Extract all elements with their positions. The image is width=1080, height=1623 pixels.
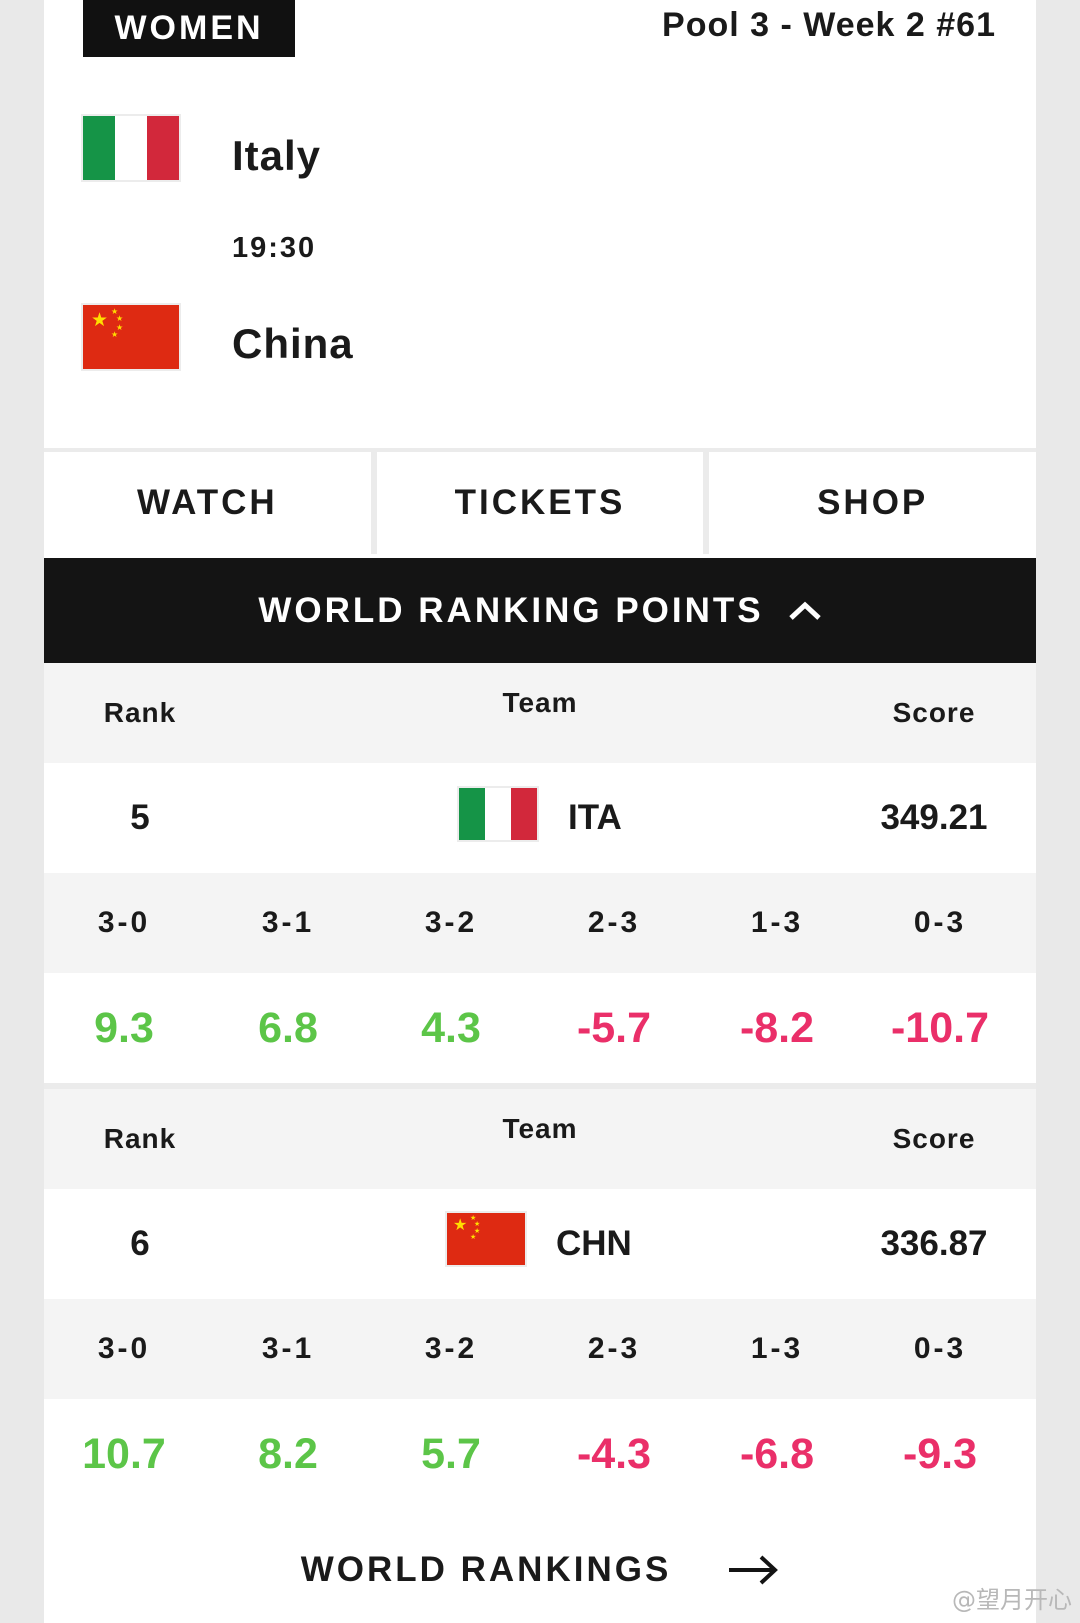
result-label: 3-2 bbox=[424, 1332, 478, 1365]
watch-button[interactable]: WATCH bbox=[44, 452, 371, 554]
result-points: -5.7 bbox=[576, 1003, 652, 1052]
action-bar: WATCH TICKETS SHOP bbox=[44, 448, 1037, 554]
china-flag-icon: ★ ★ ★ ★ ★ bbox=[83, 305, 179, 369]
score-header: Score bbox=[892, 1123, 976, 1154]
result-label: 1-3 bbox=[750, 906, 804, 939]
away-team-name: China bbox=[232, 320, 354, 367]
team-score: 336.87 bbox=[880, 1224, 988, 1263]
score-header: Score bbox=[892, 697, 976, 728]
ranking-team-row: 5 ITA 349.21 bbox=[44, 763, 1036, 873]
result-points-row: 10.7 8.2 5.7 -4.3 -6.8 -9.3 bbox=[44, 1399, 1036, 1509]
world-ranking-points-toggle[interactable]: WORLD RANKING POINTS bbox=[44, 558, 1036, 663]
china-flag-icon: ★ ★ ★ ★ ★ bbox=[447, 1213, 525, 1265]
shop-button[interactable]: SHOP bbox=[709, 452, 1037, 554]
italy-flag-icon bbox=[83, 116, 179, 180]
home-team-name: Italy bbox=[232, 132, 322, 179]
category-badge: WOMEN bbox=[83, 0, 295, 57]
team-header: Team bbox=[502, 1113, 578, 1144]
result-label: 2-3 bbox=[587, 906, 641, 939]
result-label: 3-1 bbox=[261, 906, 315, 939]
result-label: 1-3 bbox=[750, 1332, 804, 1365]
chevron-up-icon bbox=[788, 601, 821, 620]
italy-flag-icon bbox=[459, 788, 537, 840]
arrow-right-icon bbox=[729, 1555, 779, 1585]
rank-header: Rank bbox=[103, 1123, 177, 1154]
watermark: @望月开心 bbox=[952, 1586, 1072, 1614]
team-rank: 5 bbox=[130, 798, 150, 837]
result-label: 2-3 bbox=[587, 1332, 641, 1365]
result-points: -6.8 bbox=[739, 1429, 815, 1478]
result-label: 3-0 bbox=[97, 906, 151, 939]
pool-label: Pool 3 - Week 2 #61 bbox=[662, 6, 996, 44]
result-points: -4.3 bbox=[576, 1429, 652, 1478]
team-code: ITA bbox=[568, 798, 622, 837]
rank-header: Rank bbox=[103, 697, 177, 728]
result-points: 9.3 bbox=[94, 1003, 154, 1052]
result-label: 3-0 bbox=[97, 1332, 151, 1365]
result-label: 0-3 bbox=[913, 1332, 967, 1365]
result-labels-row: 3-0 3-1 3-2 2-3 1-3 0-3 bbox=[44, 873, 1036, 973]
result-points-row: 9.3 6.8 4.3 -5.7 -8.2 -10.7 bbox=[44, 973, 1036, 1083]
ranking-header-row: Rank Team Score bbox=[44, 663, 1036, 763]
result-points: 10.7 bbox=[82, 1429, 166, 1478]
result-points: 6.8 bbox=[258, 1003, 318, 1052]
result-label: 3-1 bbox=[261, 1332, 315, 1365]
result-labels-row: 3-0 3-1 3-2 2-3 1-3 0-3 bbox=[44, 1299, 1036, 1399]
team-rank: 6 bbox=[130, 1224, 150, 1263]
ranking-team-row: 6 ★ ★ ★ ★ ★ CHN 336.87 bbox=[44, 1189, 1036, 1299]
result-points: -10.7 bbox=[890, 1003, 989, 1052]
result-points: 5.7 bbox=[421, 1429, 481, 1478]
result-label: 3-2 bbox=[424, 906, 478, 939]
team-code: CHN bbox=[556, 1224, 632, 1263]
result-points: 4.3 bbox=[421, 1003, 481, 1052]
team-score: 349.21 bbox=[880, 798, 988, 837]
result-points: -8.2 bbox=[739, 1003, 815, 1052]
world-rankings-label: WORLD RANKINGS bbox=[300, 1550, 672, 1589]
world-rankings-link[interactable]: WORLD RANKINGS bbox=[44, 1520, 1036, 1620]
team-header: Team bbox=[502, 687, 578, 718]
result-points: 8.2 bbox=[258, 1429, 318, 1478]
match-card: WOMEN Pool 3 - Week 2 #61 Italy 19:30 ★ … bbox=[44, 0, 1037, 1623]
world-ranking-points-title: WORLD RANKING POINTS bbox=[258, 590, 764, 630]
result-points: -9.3 bbox=[902, 1429, 978, 1478]
ranking-header-row: Rank Team Score bbox=[44, 1089, 1036, 1189]
match-time: 19:30 bbox=[232, 232, 317, 264]
result-label: 0-3 bbox=[913, 906, 967, 939]
tickets-button[interactable]: TICKETS bbox=[376, 452, 704, 554]
